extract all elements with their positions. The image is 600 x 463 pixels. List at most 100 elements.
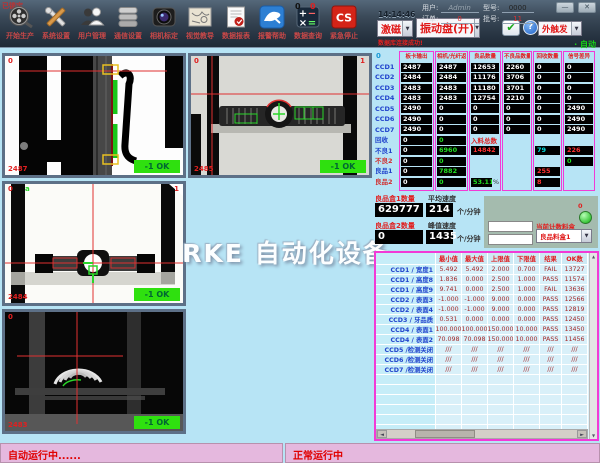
result-cell: -1.000 [462, 295, 488, 305]
toolbar-button-tools[interactable]: 系统设置 [38, 3, 74, 47]
result-row-label: CCD1 / 宽度1 [376, 265, 436, 275]
counter-red: 0 [310, 2, 316, 11]
chevron-down-icon[interactable]: ▼ [581, 230, 591, 242]
result-cell: 1.000 [514, 275, 540, 285]
camera-view-ccd2[interactable]: 0 1 2485 -1 OK [188, 53, 372, 178]
camera4-image [5, 312, 183, 431]
vertical-scrollbar[interactable]: ▲ ▼ [589, 253, 597, 439]
result-cell: /// [514, 345, 540, 355]
counter-row-label: CCD7 [374, 125, 398, 135]
result-cell: 10.000 [514, 335, 540, 345]
counter-cell: 12754 [471, 94, 499, 103]
result-row-label: CCD5 /检测关闭 [376, 345, 436, 355]
auto-mode-indicator: · 自动 [574, 39, 596, 50]
toolbar-button-users[interactable]: 用户管理 [74, 3, 110, 47]
result-cell: 70.098 [462, 335, 488, 345]
toolbar-button-camera[interactable]: 相机标定 [146, 3, 182, 47]
toolbar-button-report[interactable]: 数据报表 [218, 3, 254, 47]
result-cell: /// [514, 355, 540, 365]
status-left: 自动运行中...... [0, 443, 283, 463]
result-cell: PASS [540, 305, 562, 315]
result-cell: 1.836 [436, 275, 462, 285]
scroll-down-icon[interactable]: ▼ [592, 433, 595, 438]
toolbar-button-label: 报警帮助 [258, 31, 286, 41]
result-cell: /// [436, 345, 462, 355]
panel-zero-value: 0 [578, 202, 583, 210]
result-cell: 5.492 [462, 265, 488, 275]
result-cell: 12819 [562, 305, 588, 315]
scroll-left-icon[interactable]: ◄ [377, 430, 387, 438]
result-row-label: CCD4 / 表面1 [376, 325, 436, 335]
counter-cell: 2490 [401, 104, 432, 113]
result-row-label: CCD2 / 表面3 [376, 295, 436, 305]
counter-column-header: 不良品数量 [504, 52, 530, 62]
counter-column-3: 良品数量12653111761118012754000入料总数1484253.1… [469, 51, 501, 191]
counter-cell: 2490 [401, 115, 432, 124]
counter-cell: 2483 [437, 84, 466, 93]
chevron-down-icon[interactable]: ▼ [402, 21, 412, 36]
close-button[interactable]: ✕ [578, 2, 596, 13]
svg-text:CS: CS [336, 12, 352, 25]
counter-column-header: 信号差异 [565, 52, 593, 62]
scroll-right-icon[interactable]: ► [577, 430, 587, 438]
toolbar-button-label: 开始生产 [6, 31, 34, 41]
film-reel-icon [7, 3, 33, 29]
trigger-combo[interactable]: 外触发 ▼ [538, 21, 582, 36]
counter-cell: 0 [437, 178, 466, 187]
counter-cell: 0 [437, 157, 466, 166]
result-table-grid: 最小值最大值上限值下限值结果OK数 CCD1 / 宽度15.4925.4922.… [376, 253, 589, 439]
user-value: Admin [441, 4, 479, 13]
counter-cell: 2487 [437, 63, 466, 72]
toolbar-button-server[interactable]: 通信设置 [110, 3, 146, 47]
db-status-text: 数据库连接成功! [378, 38, 423, 47]
cam2-count: 2485 [194, 165, 213, 173]
result-cell: 0.000 [462, 275, 488, 285]
batch-label: 批号: [483, 15, 499, 23]
scroll-up-icon[interactable]: ▲ [592, 254, 595, 259]
result-row: CCD7 /检测关闭////////////////// [376, 365, 589, 375]
chevron-down-icon[interactable]: ▼ [571, 22, 581, 35]
horizontal-scrollbar[interactable]: ◄ ► [376, 429, 588, 439]
result-cell: 2.000 [488, 265, 514, 275]
counter-row-label: 良品1 [374, 166, 398, 176]
minimize-button[interactable]: — [556, 2, 574, 13]
result-table: 最小值最大值上限值下限值结果OK数 CCD1 / 宽度15.4925.4922.… [374, 251, 599, 441]
excite-combo[interactable]: 激磁 ▼ [377, 20, 413, 37]
result-row: CCD1 / 高度99.7410.0002.5001.000FAIL13636 [376, 285, 589, 295]
toolbar-button-alarm-help[interactable]: 报警帮助 [254, 3, 290, 47]
peak-speed-value: 1435 [426, 230, 453, 244]
count-input-2[interactable] [488, 234, 533, 245]
result-cell: /// [540, 355, 562, 365]
count-input-1[interactable] [488, 221, 533, 232]
counter-black: 0 [295, 2, 301, 11]
counter-cell: 0 [535, 125, 560, 134]
users-icon [79, 3, 105, 29]
camera1-image [5, 56, 183, 175]
counter-cell: 2490 [401, 125, 432, 134]
scrollbar-thumb[interactable] [415, 430, 475, 438]
toolbar-button-emergency-stop[interactable]: CS紧急停止 [326, 3, 362, 47]
cam3-count: 2484 [8, 293, 27, 301]
camera-view-ccd1[interactable]: 0 2487 -1 OK [2, 53, 186, 178]
counter-column-header: 相机/光纤返回 [437, 52, 466, 62]
result-header-1: 最小值 [436, 253, 462, 265]
toolbar-button-label: 通信设置 [114, 31, 142, 41]
camera-view-ccd4[interactable]: 0 2483 -1 OK [2, 309, 186, 434]
toolbar-button-vision-doc[interactable]: 视觉教导 [182, 3, 218, 47]
counter-table-corner: 0 [374, 51, 398, 62]
toolbar-button-film-reel[interactable]: 开始生产 [2, 3, 38, 47]
svg-text:×: × [299, 18, 307, 29]
result-row: CCD1 / 宽度15.4925.4922.0000.700FAIL13727 [376, 265, 589, 275]
counter-table: 0CCD1CCD2CCD3CCD4CCD5CCD6CCD7回收不良1不良2良品1… [374, 51, 599, 191]
result-cell: 13636 [562, 285, 588, 295]
result-cell: -1.000 [436, 305, 462, 315]
result-cell: -1.000 [462, 305, 488, 315]
counter-column-4: 不良品数量2260370637012210000 [502, 51, 532, 191]
counter-cell: 2210 [504, 94, 530, 103]
cam3-flag: 1 [174, 185, 179, 193]
current-box-combo[interactable]: 良品料盒1 ▼ [536, 229, 592, 243]
result-cell: 100.000 [462, 325, 488, 335]
result-cell: 5.492 [436, 265, 462, 275]
toolbar-buttons: 开始生产系统设置用户管理通信设置相机标定视觉教导数据报表报警帮助+−×=数据查询… [2, 3, 362, 47]
result-table-body: CCD1 / 宽度15.4925.4922.0000.700FAIL13727C… [376, 265, 589, 435]
